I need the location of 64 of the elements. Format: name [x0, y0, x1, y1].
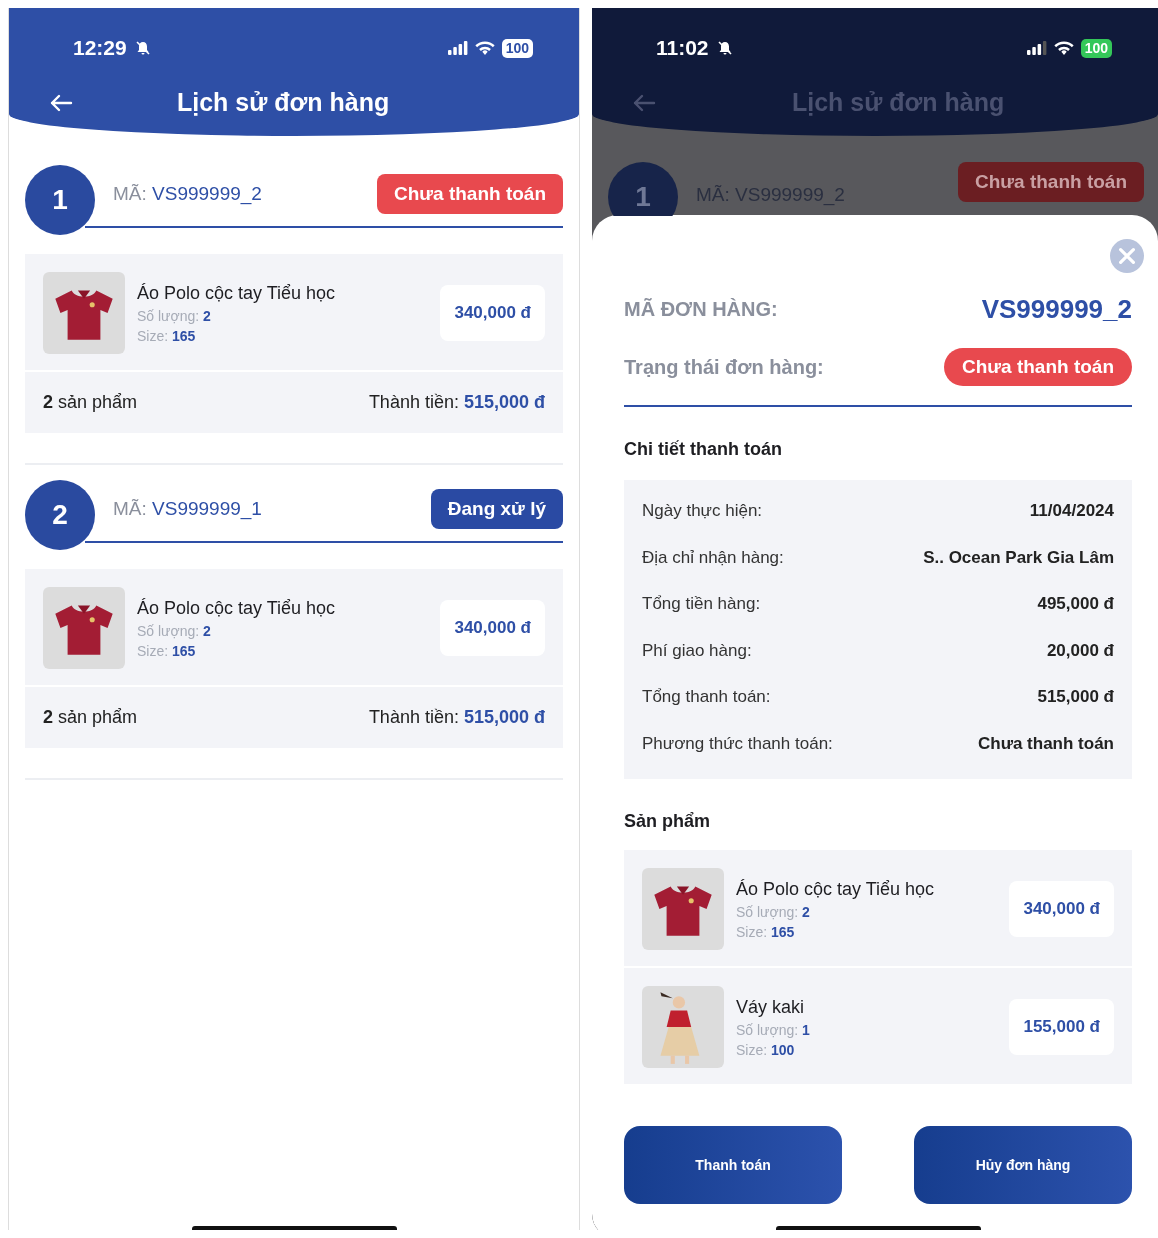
screen-title: Lịch sử đơn hàng [177, 88, 390, 117]
status-badge: Chưa thanh toán [943, 348, 1132, 386]
price-tag: 340,000 đ [440, 600, 545, 656]
order-code-label: MÃ ĐƠN HÀNG: [624, 297, 778, 321]
status-time: 12:29 [73, 36, 127, 60]
detail-label: Phí giao hàng: [642, 640, 752, 661]
status-time: 11:02 [656, 36, 709, 60]
product-row[interactable]: Áo Polo cộc tay Tiểu học Số lượng: 2 Size: 165 340,000 đ [25, 254, 563, 370]
signal-icon [1026, 41, 1047, 55]
order-number: 2 [25, 480, 95, 550]
detail-label: Tổng tiền hàng: [642, 594, 761, 615]
product-count: 2 sản phẩm [43, 707, 138, 728]
detail-value: 20,000 đ [1046, 640, 1114, 661]
detail-value: Chưa thanh toán [977, 733, 1114, 754]
detail-label: Tổng thanh toán: [642, 687, 771, 708]
detail-value: S.. Ocean Park Gia Lâm [923, 547, 1114, 568]
bell-muted-icon [134, 40, 151, 56]
product-row[interactable]: Áo Polo cộc tay Tiểu học Số lượng: 2 Size: 165 340,000 đ [25, 569, 563, 685]
pay-button[interactable]: Thanh toán [624, 1126, 842, 1204]
quantity-text: Số lượng: 2 [137, 307, 212, 324]
order-code: VS999999_2 [981, 293, 1132, 325]
order-total: Thành tiền: 515,000 đ [368, 392, 545, 413]
order-number: 1 [25, 165, 95, 235]
signal-icon [447, 41, 468, 55]
order-total: Thành tiền: 515,000 đ [368, 707, 545, 728]
detail-label: Địa chỉ nhận hàng: [642, 547, 784, 568]
status-badge: Đang xử lý [430, 489, 563, 529]
detail-value: 495,000 đ [1037, 594, 1114, 615]
section-title: Sản phẩm [624, 811, 712, 832]
product-name: Áo Polo cộc tay Tiểu học [137, 597, 337, 619]
order-code: MÃ: VS999999_2 [113, 183, 263, 205]
back-arrow-icon[interactable] [49, 92, 73, 113]
battery-indicator: 100 [1080, 38, 1112, 58]
product-name: Áo Polo cộc tay Tiểu học [137, 282, 337, 304]
status-badge: Chưa thanh toán [376, 174, 563, 214]
wifi-icon [473, 40, 496, 56]
quantity-text: Số lượng: 2 [137, 622, 212, 639]
order-number: 1 [608, 162, 678, 216]
wifi-icon [1052, 40, 1075, 56]
battery-indicator: 100 [501, 38, 533, 58]
price-tag: 155,000 đ [1009, 999, 1114, 1055]
detail-label: Phương thức thanh toán: [642, 733, 833, 754]
price-tag: 340,000 đ [440, 285, 545, 341]
order-status-label: Trạng thái đơn hàng: [624, 355, 824, 379]
size-text: Size: 165 [137, 327, 197, 344]
quantity-text: Số lượng: 2 [736, 903, 811, 920]
quantity-text: Số lượng: 1 [736, 1021, 811, 1038]
status-badge: Chưa thanh toán [957, 162, 1144, 202]
product-name: Áo Polo cộc tay Tiểu học [736, 878, 936, 900]
product-name: Váy kaki [736, 996, 806, 1018]
size-text: Size: 165 [736, 923, 796, 940]
close-icon[interactable] [1110, 239, 1144, 273]
bell-muted-icon [716, 40, 733, 56]
order-code: MÃ: VS999999_1 [113, 498, 263, 520]
size-text: Size: 100 [736, 1041, 796, 1058]
detail-value: 515,000 đ [1037, 687, 1114, 708]
price-tag: 340,000 đ [1009, 881, 1114, 937]
screen-title: Lịch sử đơn hàng [792, 88, 1005, 117]
size-text: Size: 165 [137, 642, 197, 659]
section-title: Chi tiết thanh toán [624, 439, 783, 460]
detail-value: 11/04/2024 [1029, 501, 1114, 522]
cancel-order-button[interactable]: Hủy đơn hàng [914, 1126, 1132, 1204]
product-count: 2 sản phẩm [43, 392, 138, 413]
detail-label: Ngày thực hiện: [642, 501, 763, 522]
